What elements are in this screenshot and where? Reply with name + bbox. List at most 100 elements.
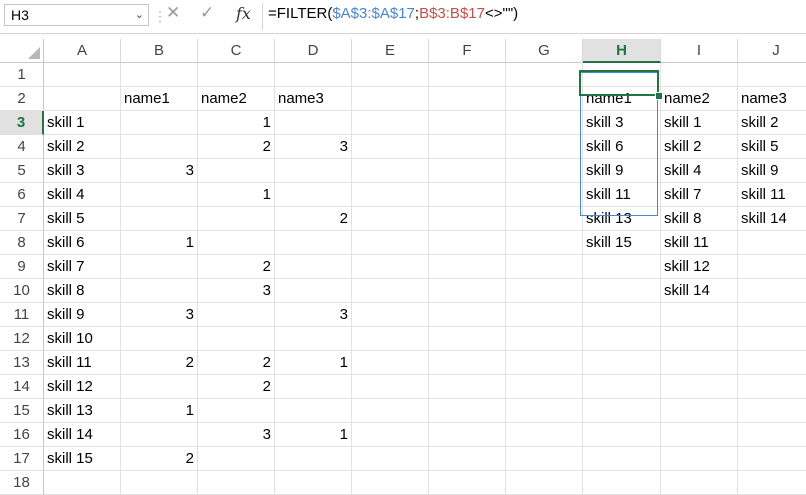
row-header-13[interactable]: 13 — [0, 351, 44, 375]
cell-A14[interactable]: skill 12 — [44, 375, 121, 399]
cell-G3[interactable] — [506, 111, 583, 135]
cell-C7[interactable] — [198, 207, 275, 231]
cell-A8[interactable]: skill 6 — [44, 231, 121, 255]
cell-J16[interactable] — [738, 423, 806, 447]
cell-I13[interactable] — [661, 351, 738, 375]
cell-F10[interactable] — [429, 279, 506, 303]
cell-E1[interactable] — [352, 63, 429, 87]
cell-F2[interactable] — [429, 87, 506, 111]
cell-E5[interactable] — [352, 159, 429, 183]
cell-D9[interactable] — [275, 255, 352, 279]
cell-A3[interactable]: skill 1 — [44, 111, 121, 135]
cell-J5[interactable]: skill 9 — [738, 159, 806, 183]
confirm-icon[interactable]: ✓ — [200, 3, 214, 23]
cell-C4[interactable]: 2 — [198, 135, 275, 159]
cell-I1[interactable] — [661, 63, 738, 87]
cell-A6[interactable]: skill 4 — [44, 183, 121, 207]
cell-B13[interactable]: 2 — [121, 351, 198, 375]
cell-J11[interactable] — [738, 303, 806, 327]
cell-E6[interactable] — [352, 183, 429, 207]
cell-D6[interactable] — [275, 183, 352, 207]
cell-F11[interactable] — [429, 303, 506, 327]
cell-H6[interactable]: skill 11 — [583, 183, 661, 207]
cell-C18[interactable] — [198, 471, 275, 495]
cell-I5[interactable]: skill 4 — [661, 159, 738, 183]
cell-G18[interactable] — [506, 471, 583, 495]
cell-G9[interactable] — [506, 255, 583, 279]
column-header-i[interactable]: I — [661, 39, 738, 63]
cell-H18[interactable] — [583, 471, 661, 495]
cell-I14[interactable] — [661, 375, 738, 399]
cell-G6[interactable] — [506, 183, 583, 207]
cell-I12[interactable] — [661, 327, 738, 351]
cell-E10[interactable] — [352, 279, 429, 303]
cell-I8[interactable]: skill 11 — [661, 231, 738, 255]
column-header-b[interactable]: B — [121, 39, 198, 63]
name-box[interactable]: H3 ⌄ — [4, 4, 149, 26]
select-all-button[interactable] — [0, 39, 44, 63]
column-header-h[interactable]: H — [583, 39, 661, 63]
row-header-11[interactable]: 11 — [0, 303, 44, 327]
cell-C16[interactable]: 3 — [198, 423, 275, 447]
row-header-12[interactable]: 12 — [0, 327, 44, 351]
cell-C9[interactable]: 2 — [198, 255, 275, 279]
cell-H14[interactable] — [583, 375, 661, 399]
cell-H3[interactable]: skill 3 — [583, 111, 661, 135]
cell-B16[interactable] — [121, 423, 198, 447]
cell-D1[interactable] — [275, 63, 352, 87]
cell-J7[interactable]: skill 14 — [738, 207, 806, 231]
cell-D10[interactable] — [275, 279, 352, 303]
cell-E13[interactable] — [352, 351, 429, 375]
cell-E2[interactable] — [352, 87, 429, 111]
cell-D13[interactable]: 1 — [275, 351, 352, 375]
cell-I9[interactable]: skill 12 — [661, 255, 738, 279]
cell-C11[interactable] — [198, 303, 275, 327]
cell-D5[interactable] — [275, 159, 352, 183]
cell-I10[interactable]: skill 14 — [661, 279, 738, 303]
column-header-c[interactable]: C — [198, 39, 275, 63]
cell-F13[interactable] — [429, 351, 506, 375]
column-header-e[interactable]: E — [352, 39, 429, 63]
cell-G13[interactable] — [506, 351, 583, 375]
cell-J17[interactable] — [738, 447, 806, 471]
row-header-8[interactable]: 8 — [0, 231, 44, 255]
cell-D16[interactable]: 1 — [275, 423, 352, 447]
cell-H4[interactable]: skill 6 — [583, 135, 661, 159]
chevron-down-icon[interactable]: ⌄ — [135, 8, 144, 21]
cell-C2[interactable]: name2 — [198, 87, 275, 111]
cell-F1[interactable] — [429, 63, 506, 87]
cell-A2[interactable] — [44, 87, 121, 111]
cell-G11[interactable] — [506, 303, 583, 327]
cell-A17[interactable]: skill 15 — [44, 447, 121, 471]
cell-H12[interactable] — [583, 327, 661, 351]
cell-A15[interactable]: skill 13 — [44, 399, 121, 423]
row-header-1[interactable]: 1 — [0, 63, 44, 87]
cell-E9[interactable] — [352, 255, 429, 279]
drag-handle-icon[interactable]: ⋮ — [153, 8, 167, 25]
cell-I3[interactable]: skill 1 — [661, 111, 738, 135]
cell-F12[interactable] — [429, 327, 506, 351]
cell-J4[interactable]: skill 5 — [738, 135, 806, 159]
cell-F9[interactable] — [429, 255, 506, 279]
cell-B3[interactable] — [121, 111, 198, 135]
cell-F18[interactable] — [429, 471, 506, 495]
cell-C1[interactable] — [198, 63, 275, 87]
cell-I2[interactable]: name2 — [661, 87, 738, 111]
cell-F17[interactable] — [429, 447, 506, 471]
cell-C8[interactable] — [198, 231, 275, 255]
cell-A4[interactable]: skill 2 — [44, 135, 121, 159]
cell-C5[interactable] — [198, 159, 275, 183]
cell-B1[interactable] — [121, 63, 198, 87]
cell-H17[interactable] — [583, 447, 661, 471]
cell-A10[interactable]: skill 8 — [44, 279, 121, 303]
cell-B2[interactable]: name1 — [121, 87, 198, 111]
cell-B11[interactable]: 3 — [121, 303, 198, 327]
cell-J2[interactable]: name3 — [738, 87, 806, 111]
cell-J14[interactable] — [738, 375, 806, 399]
cell-D7[interactable]: 2 — [275, 207, 352, 231]
cell-C13[interactable]: 2 — [198, 351, 275, 375]
cell-I4[interactable]: skill 2 — [661, 135, 738, 159]
cell-F3[interactable] — [429, 111, 506, 135]
cell-J13[interactable] — [738, 351, 806, 375]
column-header-f[interactable]: F — [429, 39, 506, 63]
